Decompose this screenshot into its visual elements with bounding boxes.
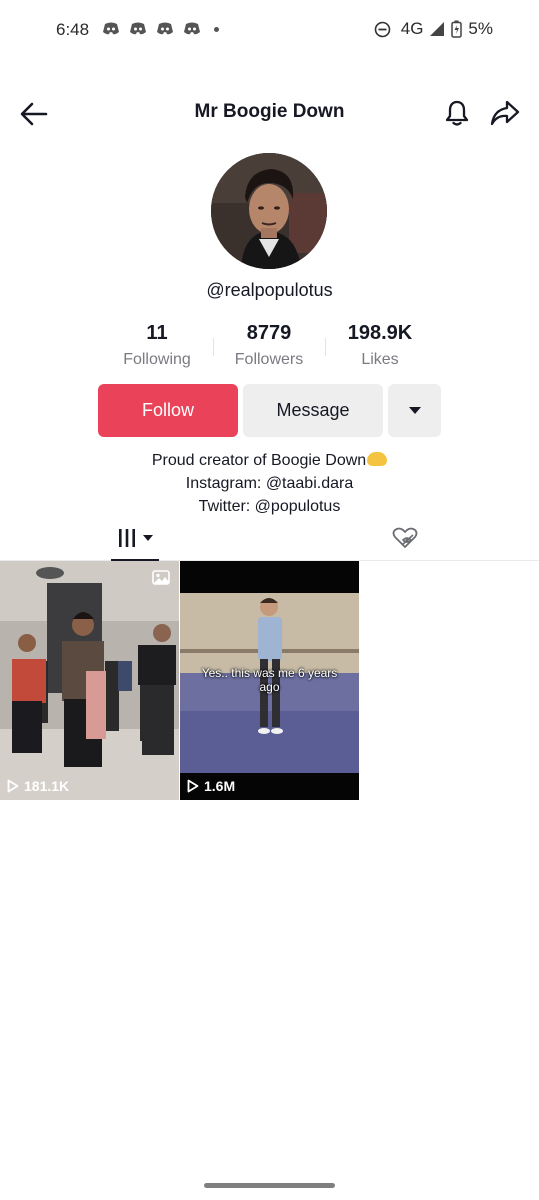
username: @realpopulotus	[206, 280, 333, 300]
caret-down-icon	[408, 407, 421, 414]
profile-header: Mr Boogie Down	[0, 86, 539, 140]
dance-group-photo	[0, 561, 179, 800]
video-thumbnail[interactable]: 181.1K	[0, 561, 179, 800]
bio-text-1: Proud creator of Boogie Down	[151, 452, 367, 469]
video-caption: Yes.. this was me 6 years ago	[201, 666, 338, 694]
grid-bars-icon	[119, 528, 135, 547]
follow-button[interactable]: Follow	[98, 384, 238, 437]
status-right: 4G 5%	[374, 19, 493, 39]
view-count: 181.1K	[7, 778, 69, 794]
battery-percent: 5%	[468, 19, 493, 38]
suggested-accounts-button[interactable]	[388, 384, 441, 437]
stat-likes[interactable]: 198.9K Likes	[320, 320, 440, 369]
discord-icon	[157, 22, 173, 35]
raised-hands-emoji-icon	[367, 452, 388, 466]
video-thumbnail[interactable]: Yes.. this was me 6 years ago 1.6M	[180, 561, 359, 800]
following-label: Following	[123, 351, 191, 368]
profile-bio: Proud creator of Boogie Down Instagram: …	[0, 449, 539, 518]
dnd-icon	[374, 21, 391, 37]
network-type: 4G	[400, 19, 424, 38]
stat-following[interactable]: 11 Following	[97, 320, 217, 369]
following-count: 11	[146, 322, 168, 344]
status-bar: 6:48 4G 5%	[0, 0, 539, 62]
share-button[interactable]	[488, 97, 522, 129]
heart-hidden-icon	[392, 527, 418, 548]
view-count-text: 181.1K	[24, 778, 70, 794]
caret-down-icon	[143, 534, 153, 541]
play-icon	[187, 779, 199, 793]
status-time: 6:48	[56, 20, 90, 39]
notification-bell-button[interactable]	[441, 97, 473, 129]
stat-followers[interactable]: 8779 Followers	[209, 320, 329, 369]
battery-icon	[451, 20, 463, 38]
tab-videos[interactable]	[110, 514, 160, 561]
view-count: 1.6M	[187, 778, 235, 794]
content-tabs	[0, 514, 539, 561]
likes-count: 198.9K	[347, 322, 413, 344]
play-icon	[7, 779, 19, 793]
avatar-photo	[211, 153, 327, 269]
avatar[interactable]	[211, 153, 327, 269]
followers-label: Followers	[234, 351, 304, 368]
photo-post-icon	[152, 570, 170, 590]
discord-icon	[103, 22, 119, 35]
message-button[interactable]: Message	[243, 384, 383, 437]
notification-icons	[102, 22, 219, 36]
likes-label: Likes	[361, 351, 399, 368]
share-arrow-icon	[490, 100, 520, 126]
tab-liked[interactable]	[383, 514, 427, 561]
home-indicator[interactable]	[204, 1183, 335, 1188]
bio-line-1: Proud creator of Boogie Down	[0, 449, 539, 472]
followers-count: 8779	[246, 322, 292, 344]
more-notifications-dot	[214, 26, 219, 32]
discord-icon	[184, 22, 200, 35]
bell-icon	[445, 100, 469, 126]
profile-stats: 11 Following 8779 Followers 198.9K Likes	[0, 320, 539, 376]
view-count-text: 1.6M	[204, 778, 236, 794]
bio-line-2[interactable]: Instagram: @taabi.dara	[0, 472, 539, 495]
discord-icon	[130, 22, 146, 35]
signal-icon	[430, 22, 445, 36]
